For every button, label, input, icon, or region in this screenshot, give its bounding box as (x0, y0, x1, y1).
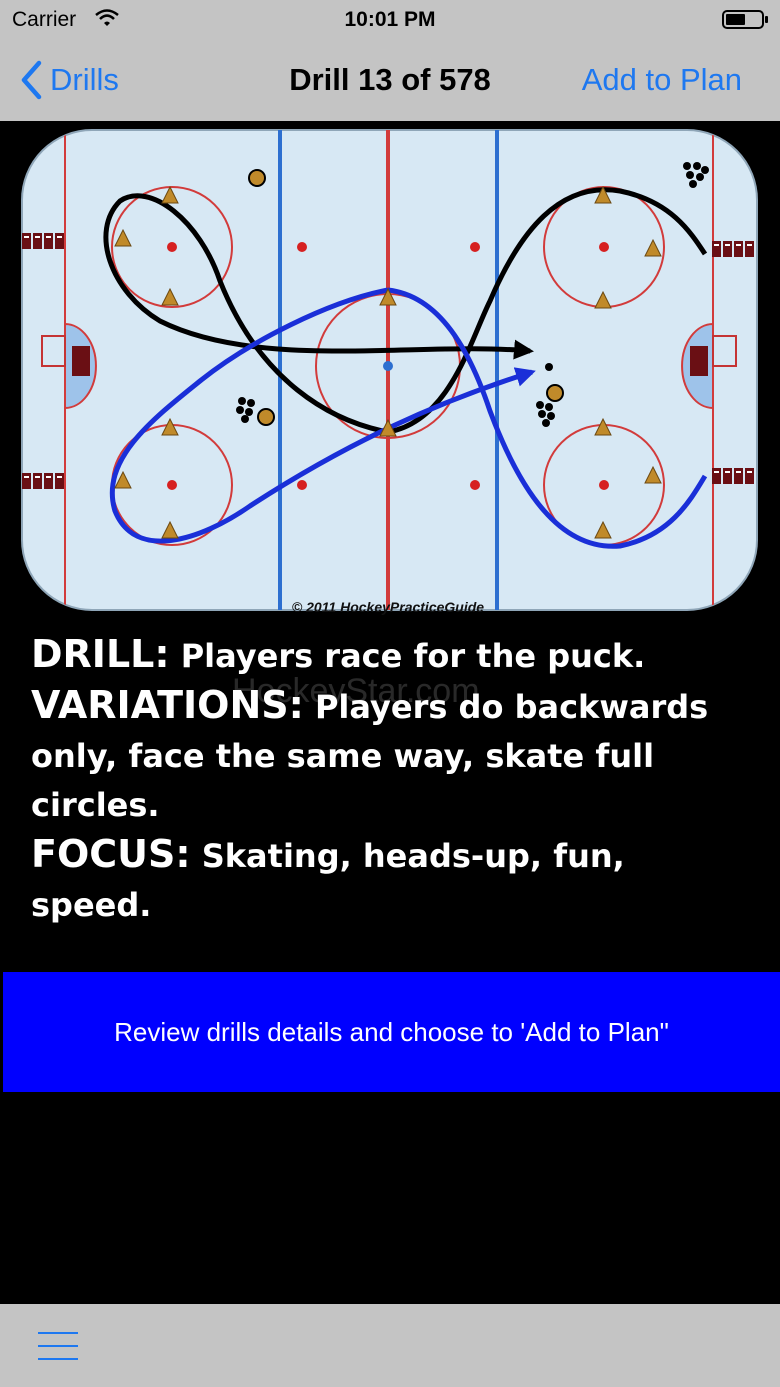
tab-bar (0, 1304, 780, 1387)
clock-time: 10:01 PM (344, 8, 436, 31)
copyright-label: © 2011 HockeyPracticeGuide (292, 599, 484, 615)
add-to-plan-banner[interactable]: Review drills details and choose to 'Add… (3, 972, 780, 1092)
drill-diagram: © 2011 HockeyPracticeGuide (0, 121, 780, 621)
drill-label: DRILL: (31, 632, 170, 676)
menu-icon[interactable] (36, 1330, 80, 1362)
status-bar: Carrier 10:01 PM (0, 0, 780, 40)
watermark: HockeyStar.com (232, 672, 480, 710)
drill-text: Players race for the puck. (169, 637, 646, 675)
add-to-plan-button[interactable]: Add to Plan (582, 62, 742, 98)
focus-label: FOCUS: (31, 832, 191, 876)
battery-icon (722, 10, 768, 29)
navigation-bar: Drills Drill 13 of 578 Add to Plan (0, 40, 780, 121)
